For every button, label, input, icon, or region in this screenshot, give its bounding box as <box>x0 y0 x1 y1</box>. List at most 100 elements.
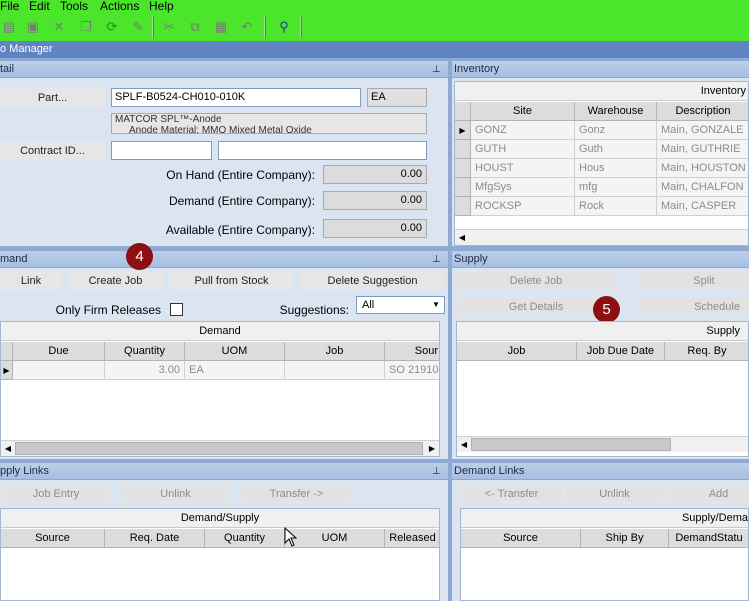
row-pointer-icon[interactable]: ▶ <box>1 361 13 380</box>
delete-suggestion-button[interactable]: Delete Suggestion <box>300 271 445 290</box>
column-header[interactable]: Due <box>13 342 105 361</box>
table-cell[interactable]: Main, CASPER <box>657 197 748 216</box>
column-header[interactable]: Req. Date <box>105 529 205 548</box>
undo-icon[interactable]: ↶ <box>238 18 256 36</box>
table-cell[interactable]: GUTH <box>471 140 575 159</box>
add-button[interactable]: Add <box>668 484 749 503</box>
pin-icon[interactable]: ⊥ <box>432 463 441 480</box>
app-title: o Manager <box>0 43 53 55</box>
scrollbar-track[interactable] <box>471 231 479 244</box>
paste-icon[interactable]: ▦ <box>212 18 230 36</box>
row-selector[interactable] <box>455 197 471 216</box>
suggestions-select[interactable]: All ▼ <box>356 296 445 314</box>
new-icon[interactable]: ▤ <box>0 18 18 36</box>
table-cell[interactable]: MfgSys <box>471 178 575 197</box>
copy-icon[interactable]: ⧉ <box>186 18 204 36</box>
table-cell[interactable]: Rock <box>575 197 657 216</box>
save-icon[interactable]: ▣ <box>24 18 42 36</box>
transfer-button[interactable]: Transfer -> <box>241 484 352 503</box>
table-cell[interactable]: SO 21910 <box>385 361 439 380</box>
column-header[interactable]: Site <box>471 102 575 121</box>
table-cell[interactable]: EA <box>185 361 285 380</box>
scrollbar-thumb[interactable] <box>15 442 423 455</box>
pull-from-stock-button[interactable]: Pull from Stock <box>169 271 294 290</box>
row-selector[interactable] <box>455 178 471 197</box>
row-selector[interactable] <box>455 140 471 159</box>
scroll-right-icon[interactable]: ▶ <box>425 441 439 456</box>
column-header[interactable]: Released <box>385 529 439 548</box>
scroll-left-icon[interactable]: ◀ <box>1 441 15 456</box>
table-cell[interactable]: mfg <box>575 178 657 197</box>
table-cell[interactable] <box>285 361 385 380</box>
table-cell[interactable]: HOUST <box>471 159 575 178</box>
table-cell[interactable]: Main, GUTHRIE <box>657 140 748 159</box>
menu-file[interactable]: File <box>0 0 19 13</box>
table-cell[interactable]: Gonz <box>575 121 657 140</box>
table-cell[interactable]: 3.00 <box>105 361 185 380</box>
horizontal-scrollbar[interactable]: ◀ <box>455 229 748 245</box>
contract-id-field[interactable] <box>111 141 212 160</box>
split-button[interactable]: Split <box>639 271 749 290</box>
supply-links-panel: pply Links ⊥ Job Entry Unlink Transfer -… <box>0 463 448 601</box>
job-entry-button[interactable]: Job Entry <box>2 484 110 503</box>
column-header[interactable]: UOM <box>285 529 385 548</box>
menu-bar: File Edit Tools Actions Help <box>0 0 749 14</box>
row-pointer-icon[interactable]: ▶ <box>455 121 471 140</box>
table-cell[interactable]: Main, GONZALE <box>657 121 748 140</box>
scroll-left-icon[interactable]: ◀ <box>455 230 469 245</box>
column-header[interactable]: Description <box>657 102 748 121</box>
column-header[interactable]: Sour <box>385 342 439 361</box>
get-details-button[interactable]: Get Details <box>456 297 616 316</box>
table-cell[interactable]: GONZ <box>471 121 575 140</box>
table-cell[interactable]: Guth <box>575 140 657 159</box>
column-header[interactable]: Warehouse <box>575 102 657 121</box>
column-header[interactable]: Source <box>1 529 105 548</box>
horizontal-scrollbar[interactable]: ◀ ▶ <box>1 440 439 456</box>
column-header[interactable]: Quantity <box>205 529 285 548</box>
column-header[interactable]: Source <box>461 529 581 548</box>
only-firm-releases-checkbox[interactable] <box>170 303 183 316</box>
part-button[interactable]: Part... <box>0 88 105 107</box>
demand-grid-title: Demand <box>1 322 439 341</box>
binoculars-icon[interactable]: ⚲ <box>275 18 293 36</box>
scrollbar-thumb[interactable] <box>471 438 671 451</box>
link-button[interactable]: Link <box>0 271 62 290</box>
unlink-button[interactable]: Unlink <box>121 484 230 503</box>
table-cell[interactable]: Main, HOUSTON <box>657 159 748 178</box>
unlink-button[interactable]: Unlink <box>565 484 664 503</box>
column-header[interactable]: Ship By <box>581 529 669 548</box>
horizontal-scrollbar[interactable]: ◀ <box>457 436 748 452</box>
refresh-icon[interactable]: ⟳ <box>103 18 121 36</box>
menu-edit[interactable]: Edit <box>29 0 50 13</box>
transfer-left-button[interactable]: <- Transfer <box>460 484 563 503</box>
scroll-left-icon[interactable]: ◀ <box>457 437 471 452</box>
table-cell[interactable]: Main, CHALFON <box>657 178 748 197</box>
column-header[interactable]: Job Due Date <box>577 342 665 361</box>
column-header[interactable]: Quantity <box>105 342 185 361</box>
menu-help[interactable]: Help <box>149 0 174 13</box>
column-header[interactable]: Job <box>457 342 577 361</box>
column-header[interactable]: DemandStatu <box>669 529 748 548</box>
table-cell[interactable]: ROCKSP <box>471 197 575 216</box>
column-header[interactable]: Job <box>285 342 385 361</box>
table-cell[interactable]: Hous <box>575 159 657 178</box>
delete-icon[interactable]: ✕ <box>50 18 68 36</box>
create-job-button[interactable]: Create Job <box>68 271 163 290</box>
schedule-button[interactable]: Schedule <box>639 297 749 316</box>
column-header[interactable]: UOM <box>185 342 285 361</box>
menu-actions[interactable]: Actions <box>100 0 139 13</box>
delete-job-button[interactable]: Delete Job <box>456 271 616 290</box>
pin-icon[interactable]: ⊥ <box>432 61 441 78</box>
row-selector[interactable] <box>455 159 471 178</box>
contract-id-button[interactable]: Contract ID... <box>0 141 105 160</box>
column-header[interactable]: Req. By <box>665 342 748 361</box>
pin-icon[interactable]: ⊥ <box>432 251 441 268</box>
eraser-icon[interactable]: ✎ <box>129 18 147 36</box>
table-cell[interactable] <box>13 361 105 380</box>
menu-tools[interactable]: Tools <box>60 0 88 13</box>
contract-description-field[interactable] <box>218 141 427 160</box>
copy-document-icon[interactable]: ❐ <box>77 18 95 36</box>
cut-icon[interactable]: ✂ <box>160 18 178 36</box>
part-number-field[interactable]: SPLF-B0524-CH010-010K <box>111 88 361 107</box>
dropdown-arrow-icon[interactable]: ▼ <box>428 297 444 313</box>
